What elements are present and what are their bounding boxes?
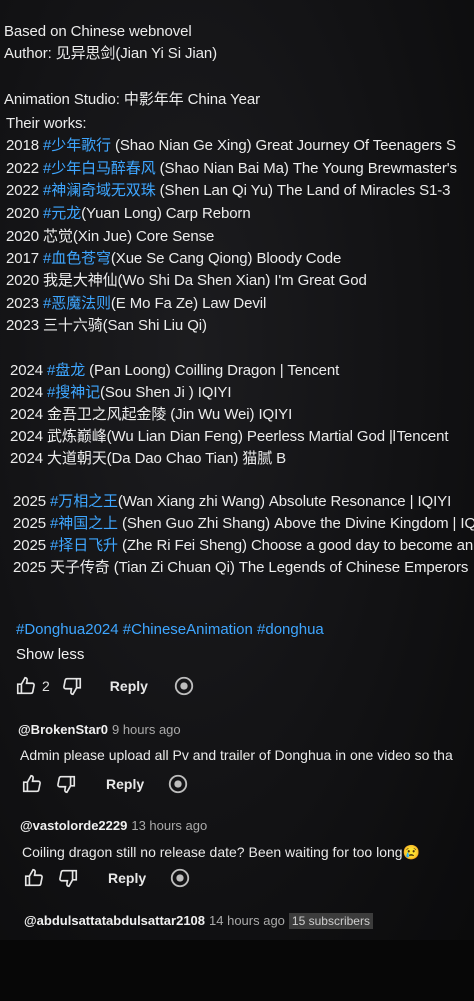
comment-author[interactable]: @BrokenStar0 xyxy=(18,722,108,737)
hashtag-link[interactable]: #万相之王 xyxy=(50,493,118,510)
hashtag-link[interactable]: #盘龙 xyxy=(47,362,85,379)
hashtag-link[interactable]: #恶魔法则 xyxy=(43,295,111,312)
dislike-icon[interactable] xyxy=(56,866,80,890)
creator-heart-icon[interactable] xyxy=(168,866,192,890)
hashtag-link[interactable]: #少年白马醉春风 xyxy=(43,160,156,177)
creator-heart-icon[interactable] xyxy=(172,674,196,698)
desc-line: 2024 #搜神记(Sou Shen Ji ) IQIYI xyxy=(10,384,232,401)
creator-heart-icon[interactable] xyxy=(166,772,190,796)
desc-line: 2022 #少年白马醉春风 (Shao Nian Bai Ma) The You… xyxy=(6,160,457,177)
hashtag-link[interactable]: #少年歌行 xyxy=(43,137,111,154)
desc-line: 2024 #盘龙 (Pan Loong) Coilling Dragon | T… xyxy=(10,362,340,379)
desc-line: 2025 天子传奇 (Tian Zi Chuan Qi) The Legends… xyxy=(13,559,469,576)
dislike-icon[interactable] xyxy=(60,674,84,698)
desc-line: 2017 #血色苍穹(Xue Se Cang Qiong) Bloody Cod… xyxy=(6,250,342,267)
description-actions: 2 Reply xyxy=(14,674,196,698)
comment-time: 9 hours ago xyxy=(111,722,181,737)
hashtag-link[interactable]: #神澜奇域无双珠 xyxy=(43,182,156,199)
text-cursor-icon: I xyxy=(392,428,397,445)
desc-line: Author: 见异思剑(Jian Yi Si Jian) xyxy=(4,45,218,62)
desc-line: Animation Studio: 中影年年 China Year xyxy=(4,91,261,108)
desc-line: 2022 #神澜奇域无双珠 (Shen Lan Qi Yu) The Land … xyxy=(6,182,451,199)
desc-line: 2024 武炼巅峰(Wu Lian Dian Feng) Peerless Ma… xyxy=(10,428,449,445)
like-icon[interactable] xyxy=(14,674,38,698)
desc-line: 2020 芯觉(Xin Jue) Core Sense xyxy=(6,228,215,245)
desc-line: 2025 #万相之王(Wan Xiang zhi Wang) Absolute … xyxy=(13,493,452,510)
comment-author[interactable]: @vastolorde2229 xyxy=(20,818,127,833)
comment-text: Admin please upload all Pv and trailer o… xyxy=(20,747,453,763)
desc-line: 2024 金吾卫之风起金陵 (Jin Wu Wei) IQIYI xyxy=(10,406,293,423)
desc-line: 2023 #恶魔法则(E Mo Fa Ze) Law Devil xyxy=(6,295,267,312)
like-count: 2 xyxy=(42,678,50,694)
hashtag-link[interactable]: #搜神记 xyxy=(47,384,100,401)
comment-text: Coiling dragon still no release date? Be… xyxy=(22,844,421,860)
comment-time: 13 hours ago xyxy=(131,818,208,833)
desc-line: 2018 #少年歌行 (Shao Nian Ge Xing) Great Jou… xyxy=(6,137,456,154)
desc-line: Based on Chinese webnovel xyxy=(4,23,192,40)
show-less-button[interactable]: Show less xyxy=(16,646,84,663)
reply-button[interactable]: Reply xyxy=(108,870,146,886)
comment-time: 14 hours ago xyxy=(209,913,285,928)
subscriber-badge: 15 subscribers xyxy=(288,913,373,929)
like-icon[interactable] xyxy=(20,772,44,796)
comment-actions: Reply xyxy=(20,772,190,796)
comments-screen: Based on Chinese webnovel Author: 见异思剑(J… xyxy=(0,0,474,1001)
desc-line: 2025 #神国之上 (Shen Guo Zhi Shang) Above th… xyxy=(13,515,474,532)
desc-line: 2020 我是大神仙(Wo Shi Da Shen Xian) I'm Grea… xyxy=(6,272,367,289)
hashtag-link[interactable]: #择日飞升 xyxy=(50,537,118,554)
hashtag-link[interactable]: #神国之上 xyxy=(50,515,118,532)
desc-line: Their works: xyxy=(6,115,87,132)
dislike-icon[interactable] xyxy=(54,772,78,796)
desc-line: 2024 大道朝天(Da Dao Chao Tian) 猫腻 B xyxy=(10,450,287,467)
comment-author[interactable]: @abdulsattatabdulsattar2108 xyxy=(24,913,205,928)
hashtags[interactable]: #Donghua2024 #ChineseAnimation #donghua xyxy=(16,621,324,638)
hashtag-link[interactable]: #血色苍穹 xyxy=(43,250,111,267)
reply-button[interactable]: Reply xyxy=(106,776,144,792)
comment-actions: Reply xyxy=(22,866,192,890)
hashtag-link[interactable]: #元龙 xyxy=(43,205,81,222)
desc-line: 2025 #择日飞升 (Zhe Ri Fei Sheng) Choose a g… xyxy=(13,537,474,554)
desc-line: 2020 #元龙(Yuan Long) Carp Reborn xyxy=(6,205,251,222)
reply-button[interactable]: Reply xyxy=(110,678,148,694)
desc-line: 2023 三十六骑(San Shi Liu Qi) xyxy=(6,317,207,334)
like-icon[interactable] xyxy=(22,866,46,890)
bottom-edge xyxy=(0,940,474,1001)
